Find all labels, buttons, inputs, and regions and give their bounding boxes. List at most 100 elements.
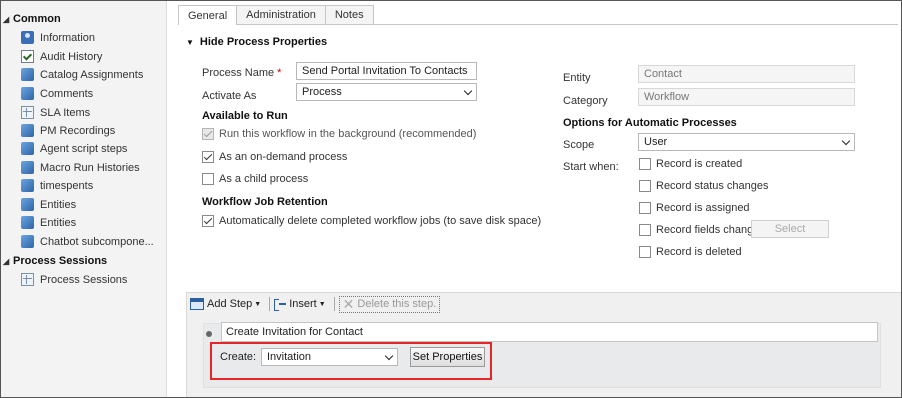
sidebar-item-process-sessions[interactable]: Process Sessions bbox=[21, 271, 127, 288]
child-process-checkbox[interactable] bbox=[202, 173, 214, 185]
entity-icon bbox=[21, 235, 34, 248]
toolbar-separator bbox=[333, 297, 335, 311]
set-properties-button[interactable]: Set Properties bbox=[410, 347, 485, 367]
record-deleted-checkbox[interactable] bbox=[639, 246, 651, 258]
sidebar: ◢ Common Information Audit History Catalo… bbox=[1, 1, 167, 397]
record-created-checkbox[interactable] bbox=[639, 158, 651, 170]
options-automatic-header: Options for Automatic Processes bbox=[563, 117, 737, 129]
entity-icon bbox=[21, 68, 34, 81]
entity-icon bbox=[21, 179, 34, 192]
start-record-deleted-option[interactable]: Record is deleted bbox=[639, 246, 742, 258]
scope-select[interactable]: User bbox=[638, 133, 855, 151]
entity-icon bbox=[21, 161, 34, 174]
sidebar-item-catalog-assignments[interactable]: Catalog Assignments bbox=[21, 66, 143, 83]
create-entity-select[interactable]: Invitation bbox=[261, 348, 398, 366]
sidebar-item-label: Entities bbox=[40, 216, 77, 229]
step-description-input[interactable]: Create Invitation for Contact bbox=[221, 322, 878, 342]
entity-icon bbox=[21, 198, 34, 211]
start-record-status-option[interactable]: Record status changes bbox=[639, 180, 769, 192]
sidebar-item-label: Chatbot subcompone... bbox=[40, 235, 154, 248]
tab-notes[interactable]: Notes bbox=[324, 5, 374, 24]
sidebar-item-agent-script-steps[interactable]: Agent script steps bbox=[21, 140, 127, 157]
main-content: General Administration Notes ▼ Hide Proce… bbox=[168, 1, 901, 397]
caret-down-icon: ▼ bbox=[318, 300, 326, 308]
sla-items-icon bbox=[21, 106, 34, 119]
delete-x-icon: ✕ bbox=[342, 296, 355, 312]
tab-general[interactable]: General bbox=[178, 5, 238, 25]
add-step-icon bbox=[190, 298, 204, 310]
sidebar-item-timespents[interactable]: timespents bbox=[21, 177, 93, 194]
info-form-icon bbox=[21, 31, 34, 44]
run-background-checkbox bbox=[202, 128, 214, 140]
child-process-option[interactable]: As a child process bbox=[202, 173, 308, 185]
start-record-fields-option[interactable]: Record fields change bbox=[639, 224, 759, 236]
on-demand-checkbox[interactable] bbox=[202, 151, 214, 163]
process-name-label: Process Name * bbox=[202, 67, 282, 79]
sidebar-item-label: Comments bbox=[40, 87, 94, 100]
sidebar-header-process-sessions[interactable]: ◢ Process Sessions bbox=[3, 255, 107, 267]
sidebar-item-entities[interactable]: Entities bbox=[21, 214, 76, 231]
sidebar-item-macro-run-histories[interactable]: Macro Run Histories bbox=[21, 159, 140, 176]
sidebar-item-audit-history[interactable]: Audit History bbox=[21, 48, 102, 65]
section-toggle-hide-process-properties[interactable]: ▼ Hide Process Properties bbox=[186, 36, 327, 48]
insert-icon bbox=[274, 298, 287, 311]
process-name-input[interactable]: Send Portal Invitation To Contacts bbox=[296, 62, 477, 80]
available-to-run-header: Available to Run bbox=[202, 110, 288, 122]
entity-field: Contact bbox=[638, 65, 855, 83]
add-step-button[interactable]: Add Step ▼ bbox=[190, 298, 261, 310]
entity-icon bbox=[21, 142, 34, 155]
process-sessions-icon bbox=[21, 273, 34, 286]
entity-icon bbox=[21, 87, 34, 100]
start-record-assigned-option[interactable]: Record is assigned bbox=[639, 202, 750, 214]
caret-down-icon: ▼ bbox=[254, 300, 262, 308]
create-label: Create: bbox=[220, 351, 257, 363]
sidebar-item-entities[interactable]: Entities bbox=[21, 196, 76, 213]
job-retention-header: Workflow Job Retention bbox=[202, 196, 328, 208]
tab-strip: General Administration Notes bbox=[178, 5, 374, 25]
auto-delete-checkbox[interactable] bbox=[202, 215, 214, 227]
entity-icon bbox=[21, 124, 34, 137]
sidebar-item-chatbot-subcomponents[interactable]: Chatbot subcompone... bbox=[21, 233, 154, 250]
collapse-triangle-icon: ▼ bbox=[186, 38, 194, 47]
activate-as-select[interactable]: Process bbox=[296, 83, 477, 101]
record-status-checkbox[interactable] bbox=[639, 180, 651, 192]
collapse-triangle-icon: ◢ bbox=[3, 15, 10, 24]
tab-administration[interactable]: Administration bbox=[236, 5, 326, 24]
sidebar-item-label: Information bbox=[40, 31, 96, 44]
sidebar-item-sla-items[interactable]: SLA Items bbox=[21, 104, 90, 121]
scope-label: Scope bbox=[563, 139, 595, 151]
delete-step-button[interactable]: ✕ Delete this step. bbox=[338, 295, 441, 313]
required-marker: * bbox=[277, 67, 282, 79]
tab-divider bbox=[178, 24, 898, 25]
sidebar-item-label: SLA Items bbox=[40, 106, 91, 119]
auto-delete-option[interactable]: Automatically delete completed workflow … bbox=[202, 215, 541, 227]
record-fields-checkbox[interactable] bbox=[639, 224, 651, 236]
sidebar-item-label: Entities bbox=[40, 198, 77, 211]
run-background-option: Run this workflow in the background (rec… bbox=[202, 128, 476, 140]
toolbar-separator bbox=[269, 297, 271, 311]
chevron-down-icon bbox=[463, 86, 473, 95]
on-demand-option[interactable]: As an on-demand process bbox=[202, 151, 347, 163]
sidebar-item-pm-recordings[interactable]: PM Recordings bbox=[21, 122, 115, 139]
sidebar-item-information[interactable]: Information bbox=[21, 29, 95, 46]
steps-toolbar: Add Step ▼ Insert ▼ ✕ Delete this step. bbox=[187, 293, 441, 315]
sidebar-header-common[interactable]: ◢ Common bbox=[3, 13, 61, 25]
step-bullet-icon bbox=[206, 331, 212, 337]
activate-as-label: Activate As bbox=[202, 90, 257, 102]
sidebar-item-label: PM Recordings bbox=[40, 124, 116, 137]
select-fields-button[interactable]: Select bbox=[751, 220, 829, 238]
sidebar-item-label: Audit History bbox=[40, 50, 103, 63]
category-label: Category bbox=[563, 95, 608, 107]
sidebar-item-label: Catalog Assignments bbox=[40, 68, 144, 81]
sidebar-item-comments[interactable]: Comments bbox=[21, 85, 93, 102]
chevron-down-icon bbox=[384, 351, 394, 360]
category-field: Workflow bbox=[638, 88, 855, 106]
sidebar-item-label: Process Sessions bbox=[40, 273, 128, 286]
sidebar-item-label: timespents bbox=[40, 179, 94, 192]
record-assigned-checkbox[interactable] bbox=[639, 202, 651, 214]
sidebar-item-label: Macro Run Histories bbox=[40, 161, 140, 174]
start-when-label: Start when: bbox=[563, 161, 619, 173]
insert-button[interactable]: Insert ▼ bbox=[274, 298, 326, 311]
audit-history-icon bbox=[21, 50, 34, 63]
start-record-created-option[interactable]: Record is created bbox=[639, 158, 742, 170]
